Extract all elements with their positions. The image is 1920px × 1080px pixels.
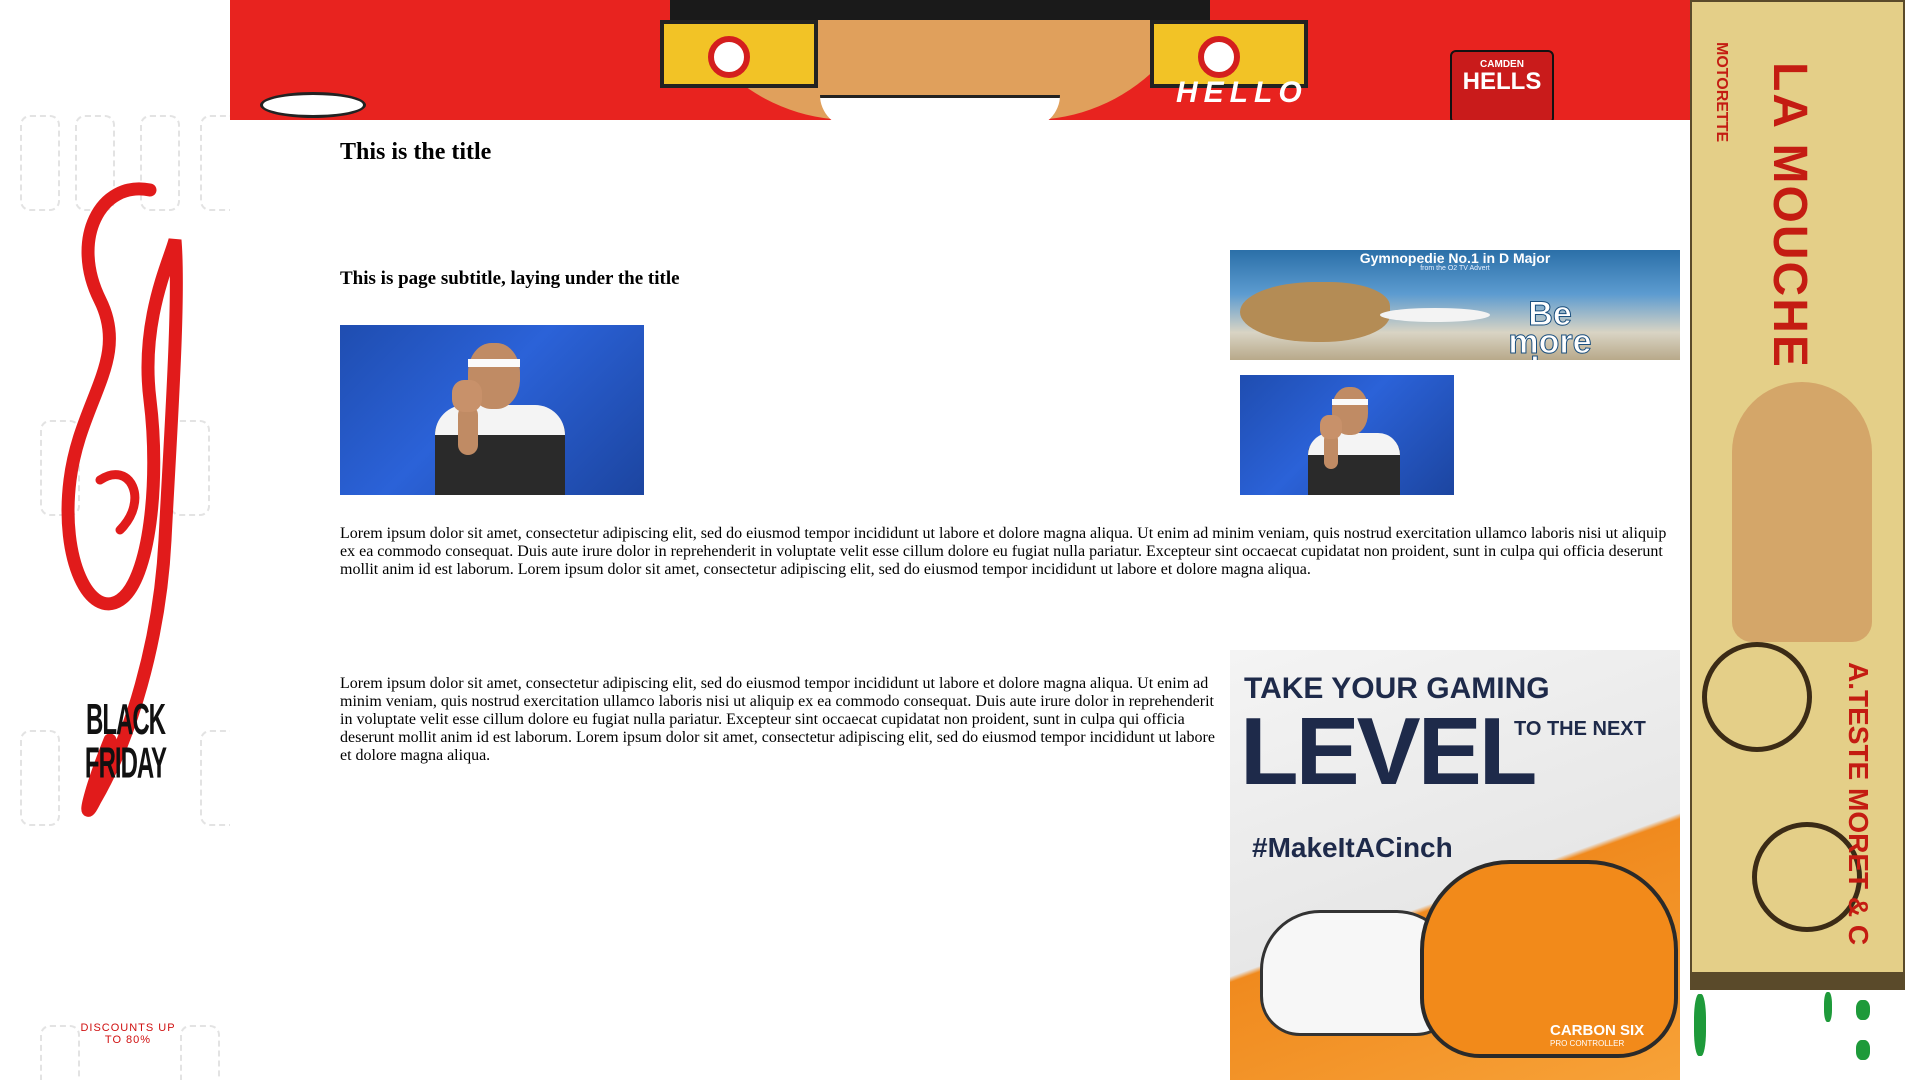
left-skyscraper-ad[interactable]: BLACK FRIDAY DISCOUNTS UP TO 80%: [0, 0, 230, 1080]
leaf-graphic: [1856, 1000, 1870, 1020]
eye-icon: [708, 36, 750, 78]
ghost-pattern: [180, 1025, 220, 1080]
banner-headline: HELLO: [1176, 76, 1308, 109]
player-headband: [468, 359, 520, 367]
tennis-photo-small: [1240, 375, 1454, 495]
discount-text: DISCOUNTS UP TO 80%: [80, 1022, 176, 1046]
tennis-photo-large: [340, 325, 644, 495]
gaming-controller-ad[interactable]: TAKE YOUR GAMING LEVEL TO THE NEXT #Make…: [1230, 650, 1680, 1080]
cat-graphic: [1240, 282, 1390, 342]
body-paragraph-1: Lorem ipsum dolor sit amet, consectetur …: [340, 525, 1667, 578]
cat-music-ad[interactable]: Gymnopedie No.1 in D Major from the O2 T…: [1230, 250, 1680, 360]
ad-hashtag: #MakeItACinch: [1252, 832, 1453, 863]
wheel-graphic: [1702, 642, 1812, 752]
cartoon-mouth: [820, 95, 1060, 120]
right-small-ad[interactable]: [1690, 990, 1905, 1070]
poster-subtitle: MOTORETTE: [1713, 42, 1730, 143]
player-shirt: [435, 405, 565, 435]
leaf-graphic: [1856, 1040, 1870, 1060]
poster-bottom-bar: [1692, 972, 1903, 988]
eye-icon: [1198, 36, 1240, 78]
leaf-graphic: [1824, 992, 1832, 1022]
cartoon-hair: [670, 0, 1210, 20]
page-subtitle: This is page subtitle, laying under the …: [340, 268, 680, 289]
player-fist: [1320, 415, 1342, 439]
ghost-pattern: [40, 1025, 80, 1080]
sale-script-graphic: [61, 182, 183, 817]
leaf-graphic: [1694, 994, 1706, 1056]
top-banner-ad[interactable]: HELLO CAMDEN HELLS: [230, 0, 1690, 120]
player-headband: [1332, 399, 1368, 405]
slogan-line: dog: [1518, 351, 1581, 361]
brand-logo: [260, 92, 366, 118]
page-title: This is the title: [340, 139, 492, 165]
ad-big-word: LEVEL: [1240, 698, 1537, 805]
ad-line-2: TO THE NEXT: [1514, 718, 1646, 740]
poster-brand: LA MOUCHE: [1763, 62, 1816, 369]
product-title: CARBON SIX: [1550, 1022, 1645, 1039]
poster-figure: [1732, 382, 1872, 642]
beer-can: CAMDEN HELLS: [1450, 50, 1554, 120]
product-subtitle: PRO CONTROLLER: [1550, 1039, 1625, 1048]
ad-slogan: Be more dog: [1430, 297, 1670, 361]
can-name: HELLS: [1462, 68, 1542, 95]
black-friday-label: BLACK FRIDAY: [84, 696, 167, 789]
player-fist: [452, 380, 482, 412]
player-arm: [458, 405, 478, 455]
poster-footer: A.TESTE MORET & C: [1843, 662, 1874, 946]
right-skyscraper-ad[interactable]: MOTORETTE LA MOUCHE A.TESTE MORET & C: [1690, 0, 1905, 990]
ad-small-print: from the O2 TV Advert: [1420, 265, 1490, 272]
ad-headline: Gymnopedie No.1 in D Major: [1359, 250, 1551, 266]
product-name: CARBON SIX PRO CONTROLLER: [1550, 1022, 1644, 1048]
page: BLACK FRIDAY DISCOUNTS UP TO 80% HELLO C…: [0, 0, 1920, 1080]
body-paragraph-2: Lorem ipsum dolor sit amet, consectetur …: [340, 675, 1215, 764]
